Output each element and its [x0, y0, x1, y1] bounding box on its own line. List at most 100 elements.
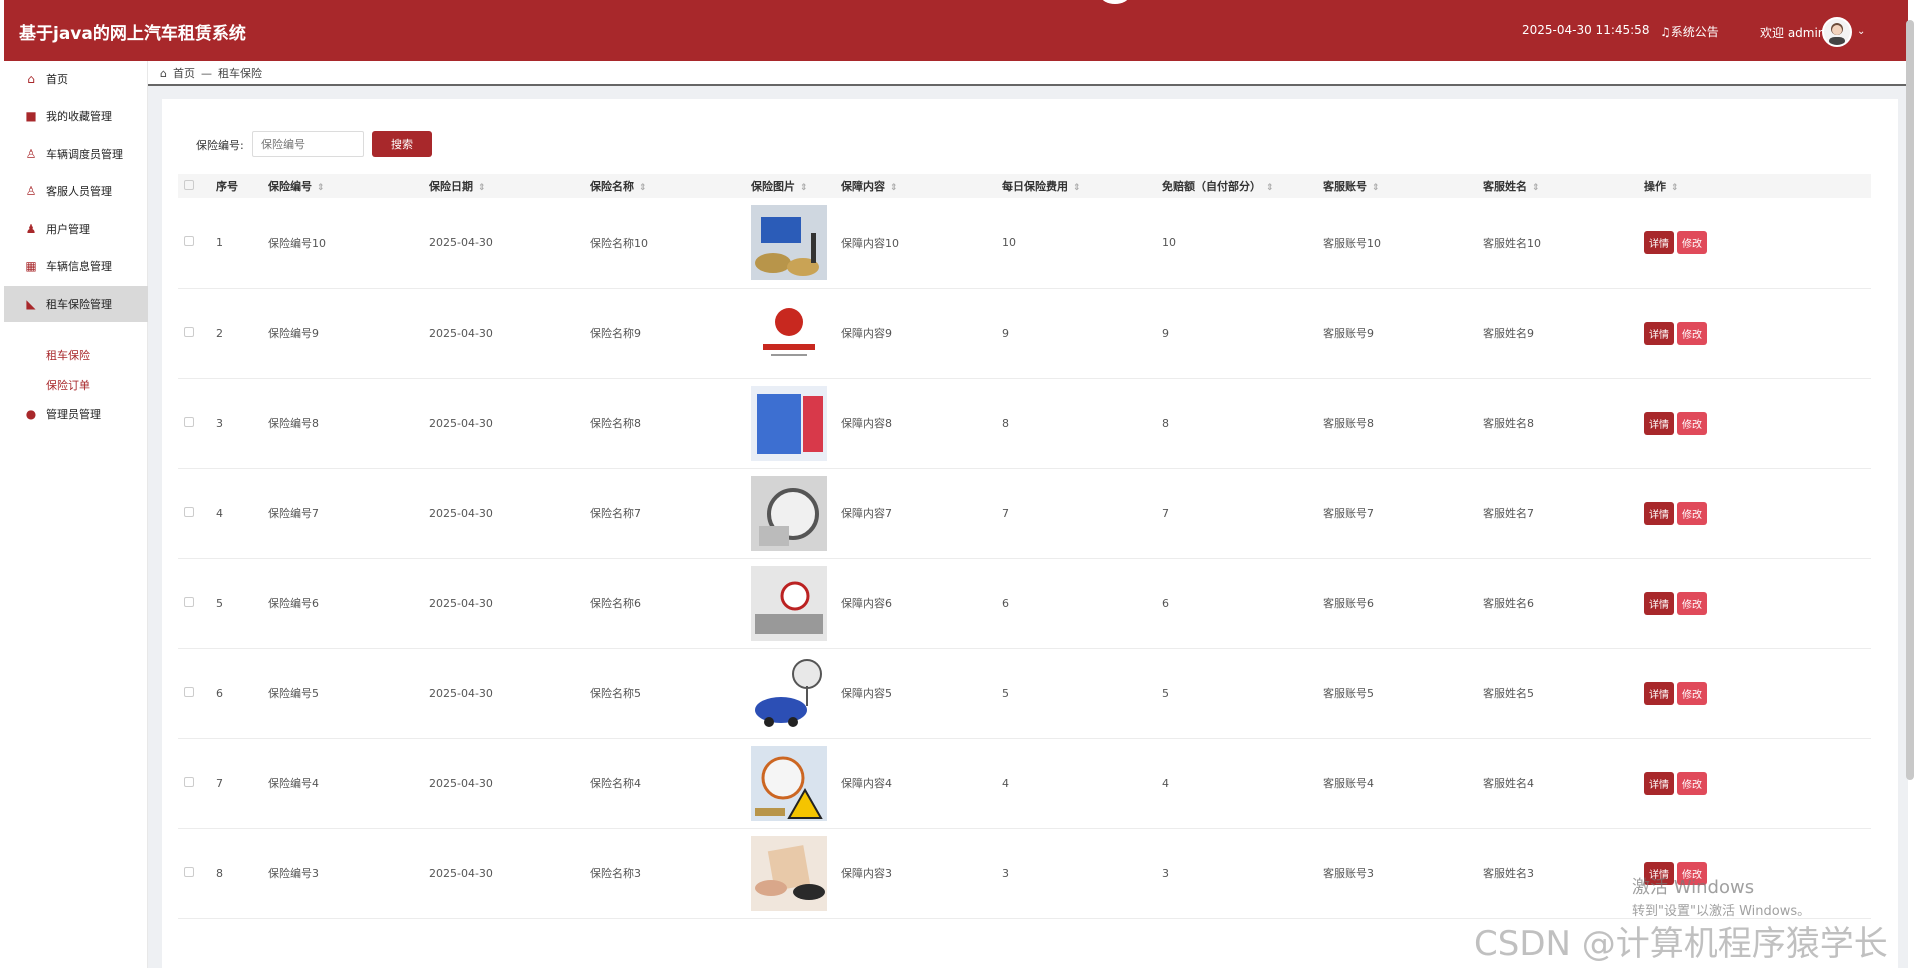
cell-content: 保障内容4	[841, 777, 892, 790]
sort-icon[interactable]: ⇕	[890, 183, 898, 193]
home-icon[interactable]: ⌂	[160, 67, 167, 80]
sidebar-item-dispatcher[interactable]: ♙ 车辆调度员管理	[4, 136, 148, 172]
col-label: 保险图片	[751, 180, 795, 193]
sort-icon[interactable]: ⇕	[1372, 183, 1380, 193]
insurance-image[interactable]	[751, 655, 827, 731]
cell-no: 6	[216, 686, 223, 700]
sidebar-subitem-insurance-orders[interactable]: 保险订单	[46, 377, 90, 393]
col-deductible[interactable]: 免赔额（自付部分） ⇕	[1162, 174, 1323, 198]
sort-icon[interactable]: ⇕	[317, 183, 325, 193]
insurance-image[interactable]	[751, 835, 827, 911]
avatar[interactable]	[1822, 17, 1852, 47]
cell-code: 保险编号9	[268, 327, 319, 340]
row-checkbox[interactable]	[184, 596, 194, 607]
notice-link[interactable]: ♫系统公告	[1660, 23, 1719, 40]
detail-button[interactable]: 详情	[1644, 501, 1674, 525]
edit-button[interactable]: 修改	[1677, 771, 1707, 795]
sort-icon[interactable]: ⇕	[800, 183, 808, 193]
insurance-image[interactable]	[751, 205, 827, 281]
row-checkbox[interactable]	[184, 776, 194, 787]
user-icon: ♙	[25, 147, 37, 161]
sidebar: ⌂ 首页 ■ 我的收藏管理 ♙ 车辆调度员管理 ♙ 客服人员管理 ♟ 用户管理 ▦ 车辆信息…	[4, 61, 148, 968]
row-checkbox[interactable]	[184, 686, 194, 697]
sidebar-item-vehicles[interactable]: ▦ 车辆信息管理	[4, 248, 148, 284]
cell-staff: 客服姓名9	[1483, 327, 1534, 340]
col-code[interactable]: 保险编号 ⇕	[268, 174, 429, 198]
col-account[interactable]: 客服账号 ⇕	[1323, 174, 1483, 198]
edit-button[interactable]: 修改	[1677, 231, 1707, 255]
sidebar-item-users[interactable]: ♟ 用户管理	[4, 211, 148, 247]
table-row: 2 保险编号9 2025-04-30 保险名称9 保障内容9 9 9 客服账号9…	[178, 288, 1871, 378]
col-actions[interactable]: 操作 ⇕	[1644, 174, 1871, 198]
breadcrumb-current: 租车保险	[217, 67, 262, 80]
edit-button[interactable]: 修改	[1677, 321, 1707, 345]
edit-button[interactable]: 修改	[1677, 681, 1707, 705]
detail-button[interactable]: 详情	[1644, 321, 1674, 345]
col-label: 保险编号	[268, 180, 312, 193]
col-label: 保险日期	[429, 180, 473, 193]
detail-button[interactable]: 详情	[1644, 231, 1674, 255]
app-title: 基于java的网上汽车租赁系统	[19, 24, 246, 44]
row-checkbox[interactable]	[184, 506, 194, 517]
col-fee[interactable]: 每日保险费用 ⇕	[1002, 174, 1162, 198]
row-checkbox[interactable]	[184, 416, 194, 427]
sort-icon[interactable]: ⇕	[639, 183, 647, 193]
search-input[interactable]	[252, 131, 364, 157]
select-all-checkbox[interactable]	[184, 179, 194, 190]
detail-button[interactable]: 详情	[1644, 681, 1674, 705]
breadcrumb-separator: —	[200, 66, 212, 80]
sidebar-subitem-insurance[interactable]: 租车保险	[46, 347, 90, 363]
home-icon: ⌂	[27, 72, 35, 86]
sort-icon[interactable]: ⇕	[1073, 183, 1081, 193]
breadcrumb-home[interactable]: 首页	[173, 65, 195, 81]
search-button[interactable]: 搜索	[372, 131, 432, 157]
table-row: 8 保险编号3 2025-04-30 保险名称3 保障内容3 3 3 客服账号3…	[178, 828, 1871, 918]
row-checkbox[interactable]	[184, 326, 194, 337]
cell-name: 保险名称10	[590, 236, 648, 250]
cell-code: 保险编号6	[268, 597, 319, 610]
cell-code: 保险编号4	[268, 777, 319, 790]
user-icon: ♙	[25, 184, 37, 198]
sort-icon[interactable]: ⇕	[478, 183, 486, 193]
detail-button[interactable]: 详情	[1644, 411, 1674, 435]
sidebar-item-home[interactable]: ⌂ 首页	[4, 61, 148, 97]
insurance-image[interactable]	[751, 385, 827, 461]
sidebar-item-insurance[interactable]: ◣ 租车保险管理	[4, 286, 148, 322]
sort-icon[interactable]: ⇕	[1266, 183, 1274, 193]
cell-deductible: 6	[1162, 596, 1169, 610]
sidebar-item-service-staff[interactable]: ♙ 客服人员管理	[4, 173, 148, 209]
col-staff[interactable]: 客服姓名 ⇕	[1483, 174, 1644, 198]
table-row: 7 保险编号4 2025-04-30 保险名称4 保障内容4 4 4 客服账号4…	[178, 738, 1871, 828]
insurance-image[interactable]	[751, 565, 827, 641]
table-row: 1 保险编号10 2025-04-30 保险名称10 保障内容10 10 10 …	[178, 198, 1871, 288]
col-content[interactable]: 保障内容 ⇕	[841, 174, 1002, 198]
vertical-scrollbar[interactable]	[1906, 20, 1914, 780]
detail-button[interactable]: 详情	[1644, 591, 1674, 615]
cell-no: 1	[216, 236, 223, 250]
cell-date: 2025-04-30	[429, 506, 493, 520]
cell-account: 客服账号7	[1323, 507, 1374, 520]
sort-icon[interactable]: ⇕	[1532, 183, 1540, 193]
chevron-down-icon[interactable]: ⌄	[1857, 26, 1865, 37]
sidebar-item-favorites[interactable]: ■ 我的收藏管理	[4, 98, 148, 134]
insurance-image[interactable]	[751, 295, 827, 371]
row-checkbox[interactable]	[184, 866, 194, 877]
insurance-image[interactable]	[751, 745, 827, 821]
detail-button[interactable]: 详情	[1644, 771, 1674, 795]
edit-button[interactable]: 修改	[1677, 411, 1707, 435]
insurance-image[interactable]	[751, 475, 827, 551]
sidebar-item-admins[interactable]: ● 管理员管理	[4, 396, 148, 432]
col-date[interactable]: 保险日期 ⇕	[429, 174, 590, 198]
cell-name: 保险名称6	[590, 597, 641, 610]
col-label: 客服姓名	[1483, 180, 1527, 193]
edit-button[interactable]: 修改	[1677, 501, 1707, 525]
edit-button[interactable]: 修改	[1677, 591, 1707, 615]
col-name[interactable]: 保险名称 ⇕	[590, 174, 751, 198]
col-image[interactable]: 保险图片 ⇕	[751, 174, 841, 198]
row-checkbox[interactable]	[184, 236, 194, 247]
cell-no: 5	[216, 596, 223, 610]
sort-icon[interactable]: ⇕	[1671, 183, 1679, 193]
col-label: 免赔额（自付部分）	[1162, 180, 1261, 193]
col-label: 保障内容	[841, 180, 885, 193]
cell-deductible: 7	[1162, 506, 1169, 520]
